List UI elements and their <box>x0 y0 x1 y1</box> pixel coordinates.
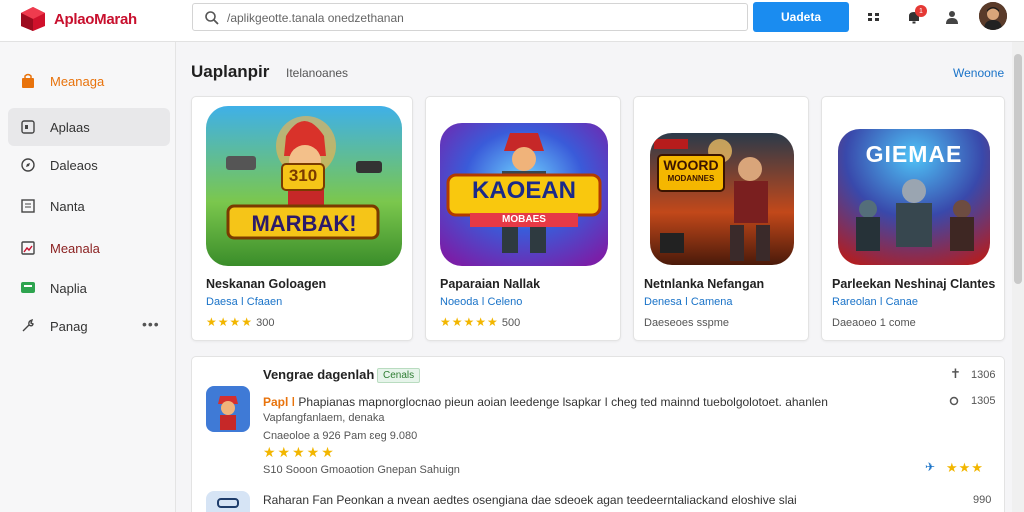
user-icon[interactable] <box>941 6 963 28</box>
rating-count: 500 <box>501 317 521 329</box>
list-item-meta: Cnaeoloe a 926 Pam ɛeg 9.080 <box>263 430 418 442</box>
sidebar-item-label: Meanala <box>50 241 100 256</box>
list-count: 1306 <box>971 369 996 381</box>
scrollbar[interactable] <box>1012 42 1024 512</box>
settings-icon[interactable] <box>948 394 960 406</box>
apps-icon <box>19 118 37 136</box>
art-badge: 310 <box>288 166 318 185</box>
art-title: KAOEAN <box>471 177 576 204</box>
card-rating: ★★★★★ 500 <box>440 315 520 329</box>
pin-icon[interactable]: ✝ <box>950 366 961 382</box>
sidebar-item-label: Panag <box>50 319 88 334</box>
compass-icon <box>19 156 37 174</box>
card-rating: ★★★★ 300 <box>206 315 274 329</box>
list-item-prefix: Papl ǀ <box>263 395 296 409</box>
list-count: 1305 <box>971 395 996 407</box>
card-title: Paparaian Nallak <box>440 277 541 291</box>
app-title: AplaoMarah <box>54 11 137 28</box>
card-meta: Denesa ǀ Camena <box>644 296 733 308</box>
scrollbar-thumb[interactable] <box>1014 54 1022 284</box>
sidebar-item-meanaga[interactable]: Meanaga <box>8 62 170 100</box>
rating-count: 300 <box>256 317 275 329</box>
game-artwork-image <box>206 106 402 266</box>
chat-icon <box>19 279 37 297</box>
logo-icon[interactable] <box>20 6 46 32</box>
card-meta: Noeoda ǀ Celeno <box>440 296 523 308</box>
list-item-text[interactable]: Raharan Fan Peonkan a nvean aedtes oseng… <box>263 493 797 507</box>
sidebar-item-daleaos[interactable]: Daleaos <box>8 146 170 184</box>
sidebar-item-panag[interactable]: Panag ••• <box>8 307 170 345</box>
star-rating-icon: ★★★★★ <box>263 444 336 460</box>
rating-count: Daeseoes sspme <box>644 317 729 329</box>
art-badge: MODANNES <box>667 174 715 183</box>
grid-icon[interactable] <box>863 6 885 28</box>
card-meta: Rareolan ǀ Canae <box>832 296 919 308</box>
art-title: WOORD <box>663 157 719 173</box>
app-card[interactable]: WOORD MODANNES Netnlanka Nefangan Denesa… <box>633 96 809 341</box>
list-item[interactable]: Papl ǀ Phapianas mapnorglocnao pieun aoi… <box>263 395 828 409</box>
top-bar: AplaoMarah /aplikgeotte.tanala onedzetha… <box>0 0 1024 42</box>
art-title: MARBAK! <box>251 211 357 236</box>
sidebar-item-label: Aplaas <box>50 120 90 135</box>
app-thumbnail[interactable] <box>206 491 250 512</box>
section-subtitle: Itelanoanes <box>286 66 349 80</box>
list-item-tags: S10 Sooon Gmoaotion Gnepan Sahuign <box>263 464 460 476</box>
sidebar-item-label: Nanta <box>50 199 85 214</box>
bag-icon <box>19 72 37 90</box>
list-count: 990 <box>973 494 992 506</box>
art-badge: MOBAES <box>502 214 546 225</box>
card-rating: Daeseoes sspme <box>644 315 729 329</box>
sidebar-item-nanta[interactable]: Nanta <box>8 187 170 225</box>
star-rating-icon: ★★★★★ <box>440 315 499 329</box>
avatar[interactable] <box>979 2 1007 30</box>
app-list-panel: Vengrae dagenlah Cenals ✝ 1306 1305 Papl… <box>191 356 1005 512</box>
wrench-icon <box>19 317 37 335</box>
app-card[interactable]: 310 MARBAK! Neskanan Goloagen Daesa ǀ Cf… <box>191 96 413 341</box>
card-title: Neskanan Goloagen <box>206 277 327 291</box>
star-rating-icon: ★★★ <box>946 460 984 475</box>
card-title: Parleekan Neshinaj Clantes <box>832 277 996 291</box>
image-icon <box>19 239 37 257</box>
search-placeholder: /aplikgeotte.tanala onedzethanan <box>227 11 404 25</box>
rating-count: Daeaoeo 1 come <box>832 317 916 329</box>
document-icon <box>19 197 37 215</box>
sidebar-item-naplia[interactable]: Naplia <box>8 269 170 307</box>
notification-badge: 1 <box>915 5 927 17</box>
app-card[interactable]: KAOEAN MOBAES Paparaian Nallak Noeoda ǀ … <box>425 96 621 341</box>
see-more-link[interactable]: Wenoone <box>953 66 1004 80</box>
list-item-subtext: Vapfangfanlaem, denaka <box>263 412 385 424</box>
sidebar: Meanaga Aplaas Daleaos Nanta Meanala Nap… <box>0 42 176 512</box>
art-title: GIEMAE <box>865 141 963 167</box>
card-meta: Daesa ǀ Cfaaen <box>206 296 283 308</box>
sidebar-item-label: Naplia <box>50 281 87 296</box>
more-options-icon[interactable]: ••• <box>142 316 160 332</box>
search-icon <box>204 10 220 26</box>
share-icon[interactable]: ✈ <box>925 460 935 474</box>
game-artwork-image <box>650 133 794 265</box>
sidebar-item-label: Daleaos <box>50 158 98 173</box>
card-rating: Daeaoeo 1 come <box>832 315 916 329</box>
bell-icon[interactable]: 1 <box>903 5 927 28</box>
primary-action-button[interactable]: Uadeta <box>753 2 849 32</box>
sidebar-item-aplaas[interactable]: Aplaas <box>8 108 170 146</box>
sidebar-item-meanala[interactable]: Meanala <box>8 229 170 267</box>
list-title: Vengrae dagenlah <box>263 367 375 382</box>
status-badge: Cenals <box>377 368 421 383</box>
app-thumbnail[interactable] <box>206 386 250 432</box>
star-rating-icon: ★★★★ <box>206 315 254 329</box>
list-item-text: Phapianas mapnorglocnao pieun aoian leed… <box>298 395 828 409</box>
app-card[interactable]: GIEMAE Parleekan Neshinaj Clantes Rareol… <box>821 96 1005 341</box>
page-title: Uaplanpir <box>191 62 270 81</box>
sidebar-item-label: Meanaga <box>50 74 105 89</box>
card-title: Netnlanka Nefangan <box>644 277 765 291</box>
search-input[interactable]: /aplikgeotte.tanala onedzethanan <box>192 3 748 31</box>
